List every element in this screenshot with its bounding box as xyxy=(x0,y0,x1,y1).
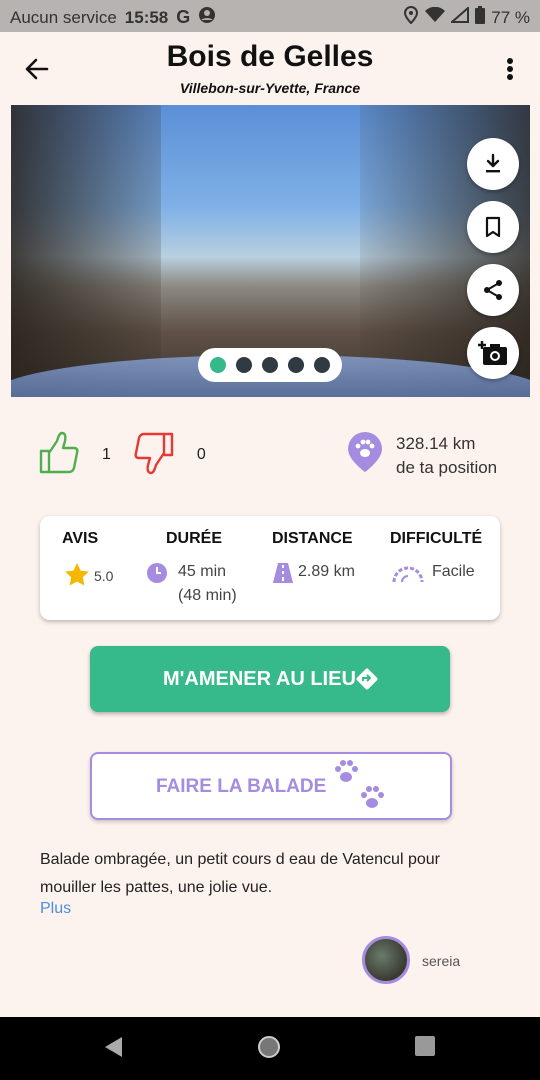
stat-label: DISTANCE xyxy=(272,530,353,547)
paws-icon xyxy=(332,758,390,822)
walk-description: Balade ombragée, un petit cours d eau de… xyxy=(40,851,440,896)
thumbs-up-icon xyxy=(39,431,79,473)
bookmark-button[interactable] xyxy=(467,201,519,253)
carousel-dot[interactable] xyxy=(236,357,252,373)
square-recents-icon xyxy=(415,1036,435,1056)
stat-value: 2.89 km xyxy=(298,563,355,580)
author-name: sereia xyxy=(422,953,461,969)
start-walk-button[interactable]: FAIRE LA BALADE xyxy=(90,752,452,820)
stat-label: DIFFICULTÉ xyxy=(390,530,483,547)
vote-row: 1 0 xyxy=(38,430,228,480)
share-icon xyxy=(484,280,502,300)
battery-icon xyxy=(475,6,486,29)
stat-rating: AVIS 5.0 xyxy=(62,530,113,586)
bookmark-icon xyxy=(485,216,501,238)
share-button[interactable] xyxy=(467,264,519,316)
navigate-button[interactable]: M'AMENER AU LIEU xyxy=(90,646,450,712)
like-count: 1 xyxy=(102,446,111,463)
tree-overlay-left xyxy=(11,105,161,397)
carousel-indicator xyxy=(198,348,342,382)
add-photo-icon xyxy=(478,341,507,365)
thumbs-down-icon xyxy=(134,432,174,474)
stat-duration: DURÉE 45 min (48 min) xyxy=(147,530,237,604)
battery-text: 77 % xyxy=(491,7,530,27)
download-button[interactable] xyxy=(467,138,519,190)
clock-text: 15:58 xyxy=(124,7,169,27)
stat-label: DURÉE xyxy=(166,530,223,547)
nav-back-button[interactable] xyxy=(102,1035,124,1064)
dislike-count: 0 xyxy=(196,446,206,463)
clock-icon xyxy=(146,562,168,589)
avatar[interactable] xyxy=(362,936,410,984)
carousel-dot[interactable] xyxy=(288,357,304,373)
stat-value: Facile xyxy=(432,563,475,580)
road-icon xyxy=(272,562,294,589)
more-options-button[interactable] xyxy=(500,54,520,84)
stat-distance: DISTANCE 2.89 km xyxy=(272,530,355,583)
signal-icon xyxy=(449,5,470,28)
more-vertical-icon xyxy=(507,58,513,80)
carousel-dot[interactable] xyxy=(210,357,226,373)
stat-value: 5.0 xyxy=(94,568,114,584)
wifi-icon xyxy=(425,6,446,28)
account-icon xyxy=(198,6,216,29)
add-photo-button[interactable] xyxy=(467,327,519,379)
photo-carousel[interactable] xyxy=(11,105,530,397)
carousel-dot[interactable] xyxy=(314,357,330,373)
navigate-button-label: M'AMENER AU LIEU xyxy=(163,668,356,690)
system-nav-bar xyxy=(0,1017,540,1080)
directions-icon xyxy=(356,668,378,696)
carousel-dot[interactable] xyxy=(262,357,278,373)
paw-pin-icon xyxy=(346,430,384,474)
download-icon xyxy=(486,153,500,173)
stat-label: AVIS xyxy=(62,530,99,547)
app-header: Bois de Gelles Villebon-sur-Yvette, Fran… xyxy=(0,32,540,104)
stats-card: AVIS 5.0 DURÉE 45 min (48 min) DISTANCE … xyxy=(40,516,500,620)
start-walk-button-label: FAIRE LA BALADE xyxy=(156,776,327,797)
page-subtitle: Villebon-sur-Yvette, France xyxy=(179,80,361,96)
distance-suffix: de ta position xyxy=(396,458,498,477)
like-button[interactable] xyxy=(38,431,80,480)
circle-home-icon xyxy=(258,1036,280,1058)
google-icon: G xyxy=(176,7,191,27)
page-title: Bois de Gelles xyxy=(166,40,374,73)
stat-difficulty: DIFFICULTÉ Facile xyxy=(390,530,483,583)
location-icon xyxy=(403,5,419,29)
nav-recents-button[interactable] xyxy=(414,1035,436,1062)
star-icon xyxy=(64,562,90,591)
dislike-button[interactable] xyxy=(133,431,175,480)
status-bar: Aucun service 15:58 G 77 % xyxy=(0,0,540,32)
nav-home-button[interactable] xyxy=(257,1035,281,1064)
stat-value: 45 min xyxy=(178,563,227,580)
distance-value: 328.14 km xyxy=(396,434,476,453)
carrier-text: Aucun service xyxy=(10,7,117,27)
triangle-back-icon xyxy=(105,1037,122,1057)
read-more-link[interactable]: Plus xyxy=(40,900,71,918)
stat-subvalue: (48 min) xyxy=(178,587,237,604)
gauge-icon xyxy=(392,564,424,589)
